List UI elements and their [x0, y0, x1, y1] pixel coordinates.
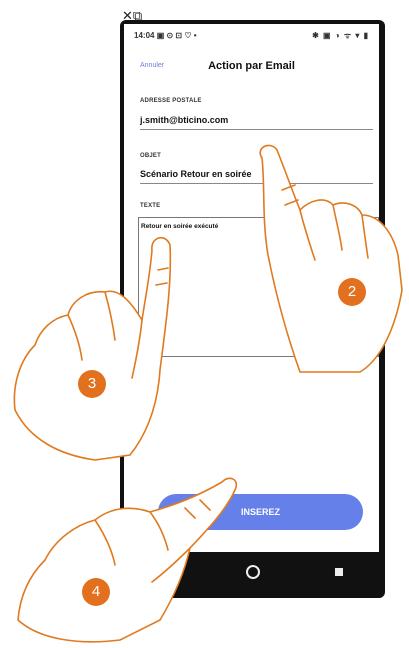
address-field[interactable]: j.smith@bticino.com: [140, 115, 373, 130]
recents-icon[interactable]: [335, 568, 344, 576]
text-label: TEXTE: [140, 203, 161, 209]
back-icon[interactable]: [161, 566, 171, 578]
step-badge-3: 3: [78, 370, 106, 398]
title-bar: Annuler Action par Email: [124, 46, 379, 80]
address-label: ADRESSE POSTALE: [140, 98, 202, 104]
subject-label: OBJET: [140, 153, 162, 159]
status-time: 14:04: [134, 30, 155, 40]
phone-frame: 14:04 ▣ ⊙ ⊡ ♡ • ✱ ▣ ◑ ᯤ ▾ ▮ Annuler Acti…: [120, 20, 385, 598]
home-icon[interactable]: [245, 565, 260, 579]
status-left-icons: ▣ ⊙ ⊡ ♡ •: [156, 30, 197, 40]
status-bar: 14:04 ▣ ⊙ ⊡ ♡ • ✱ ▣ ◑ ᯤ ▾ ▮: [124, 24, 379, 46]
android-nav-bar: [124, 552, 381, 592]
status-right-icons: ✱ ▣ ◑ ᯤ ▾ ▮: [312, 30, 369, 40]
page-title: Action par Email: [208, 60, 295, 72]
text-field-value: Retour en soirée exécuté: [141, 223, 219, 230]
step-badge-2: 2: [338, 278, 366, 306]
insert-button[interactable]: INSEREZ: [158, 494, 363, 530]
step-badge-4: 4: [82, 578, 110, 606]
subject-field[interactable]: Scénario Retour en soirée: [140, 169, 373, 184]
